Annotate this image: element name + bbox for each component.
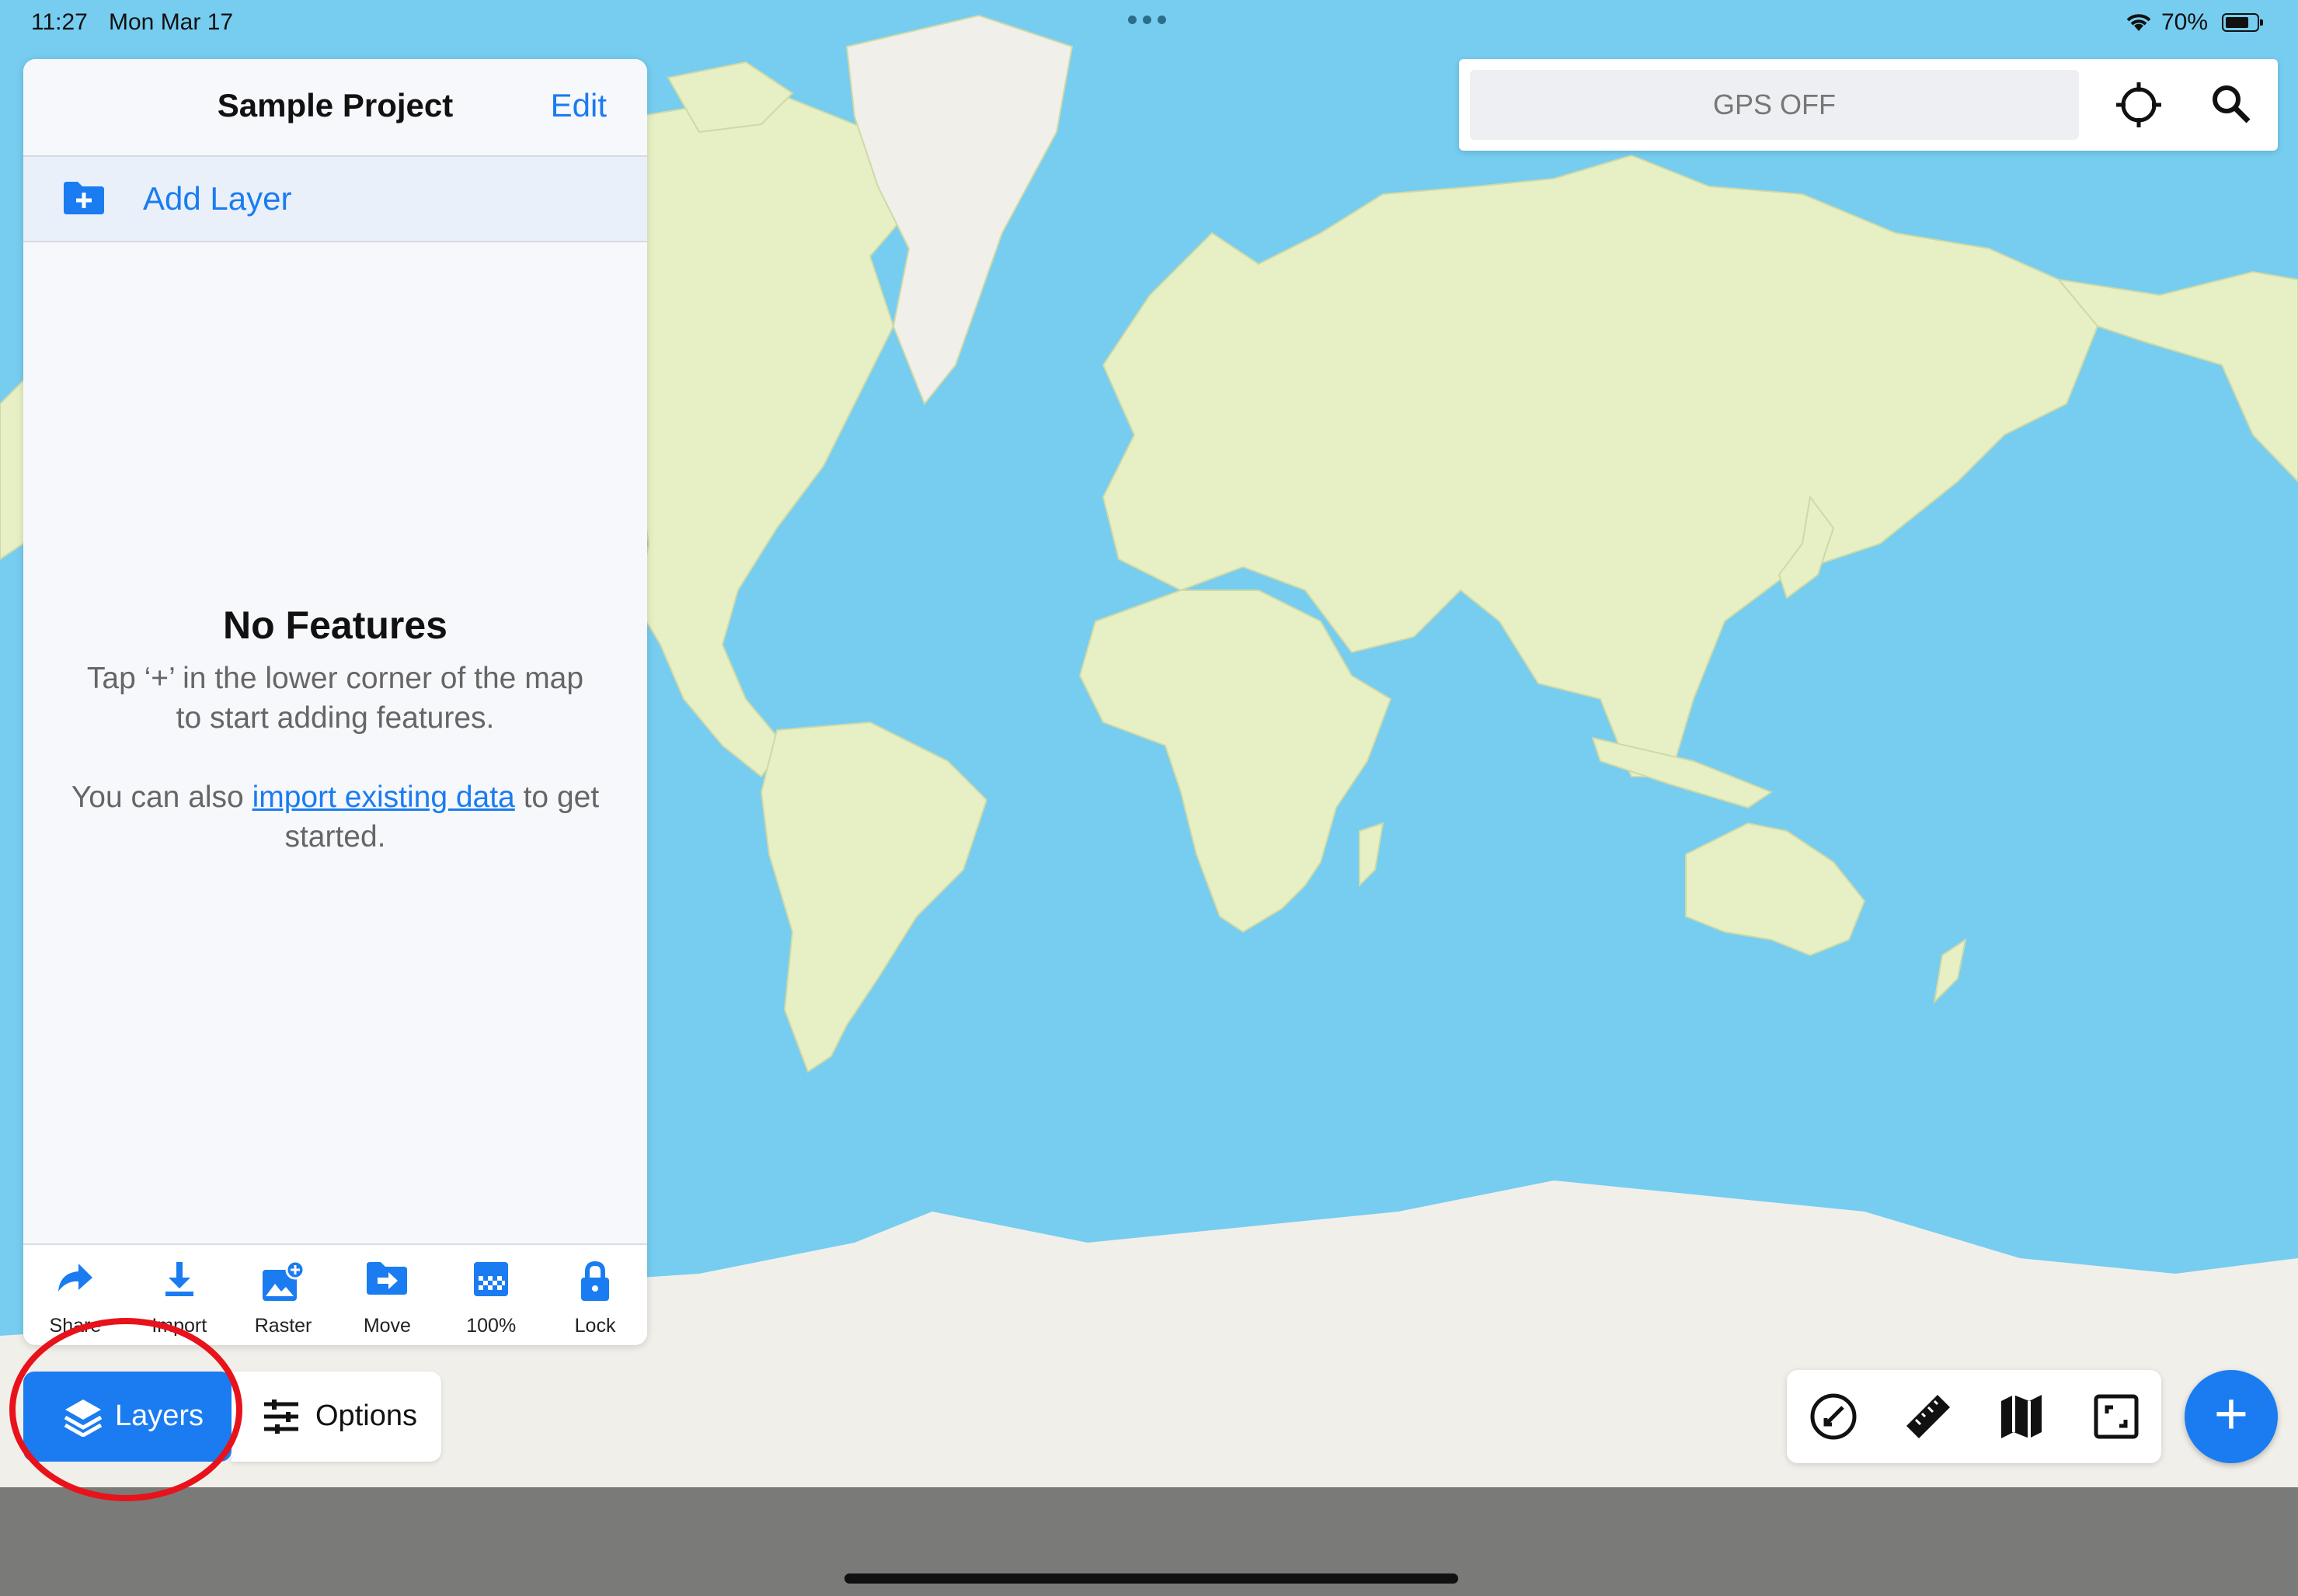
share-button[interactable]: Share bbox=[23, 1245, 127, 1345]
gps-search-bar: GPS OFF bbox=[1459, 59, 2278, 151]
locate-icon[interactable] bbox=[2115, 81, 2163, 133]
battery-icon bbox=[2222, 13, 2263, 32]
add-layer-button[interactable]: Add Layer bbox=[23, 157, 647, 242]
empty-title: No Features bbox=[223, 603, 447, 647]
compass-icon[interactable] bbox=[1809, 1392, 1858, 1445]
south-america bbox=[760, 721, 988, 1073]
panel-header: Sample Project Edit bbox=[23, 59, 647, 157]
map-tools bbox=[1787, 1370, 2161, 1463]
multitasking-dots[interactable] bbox=[1128, 16, 1166, 24]
extent-icon[interactable] bbox=[2091, 1392, 2141, 1445]
map-icon[interactable] bbox=[1997, 1392, 2046, 1445]
import-button[interactable]: Import bbox=[127, 1245, 232, 1345]
move-button[interactable]: Move bbox=[335, 1245, 439, 1345]
status-date: Mon Mar 17 bbox=[109, 9, 234, 35]
ruler-icon[interactable] bbox=[1903, 1392, 1953, 1445]
empty-state: No Features Tap ‘+’ in the lower corner … bbox=[23, 603, 647, 857]
battery-percentage: 70% bbox=[2161, 9, 2209, 35]
empty-text: Tap ‘+’ in the lower corner of the map t… bbox=[86, 662, 584, 735]
lock-button[interactable]: Lock bbox=[543, 1245, 647, 1345]
status-time: 11:27 bbox=[31, 9, 88, 35]
add-layer-label: Add Layer bbox=[143, 180, 292, 217]
home-indicator[interactable] bbox=[844, 1573, 1458, 1584]
new-zealand bbox=[1933, 937, 1967, 1004]
opacity-icon bbox=[474, 1262, 509, 1296]
australia bbox=[1685, 822, 1866, 957]
options-label: Options bbox=[315, 1400, 417, 1432]
folder-add-icon bbox=[62, 179, 106, 220]
raster-add-icon bbox=[262, 1260, 305, 1301]
sliders-icon bbox=[264, 1400, 298, 1434]
east-asia-edge bbox=[2056, 270, 2298, 483]
search-icon[interactable] bbox=[2209, 82, 2253, 130]
import-hint: You can also import existing data to get… bbox=[71, 781, 600, 854]
madagascar bbox=[1359, 822, 1384, 888]
download-icon bbox=[165, 1262, 193, 1296]
gps-status-field[interactable]: GPS OFF bbox=[1470, 70, 2079, 140]
share-icon bbox=[57, 1264, 92, 1292]
wifi-icon bbox=[2124, 11, 2154, 39]
raster-button[interactable]: Raster bbox=[232, 1245, 336, 1345]
layers-icon bbox=[64, 1400, 103, 1437]
lock-icon bbox=[581, 1260, 610, 1301]
status-bar: 11:27 Mon Mar 17 70% bbox=[0, 0, 2298, 47]
add-feature-button[interactable]: + bbox=[2185, 1370, 2278, 1463]
panel-toolbar: Share Import Raster Move 100% Lock bbox=[23, 1243, 647, 1345]
opacity-button[interactable]: 100% bbox=[439, 1245, 543, 1345]
layers-button[interactable]: Layers bbox=[23, 1372, 232, 1462]
indonesia bbox=[1591, 736, 1774, 809]
edit-button[interactable]: Edit bbox=[551, 87, 607, 124]
options-button[interactable]: Options bbox=[232, 1372, 441, 1462]
import-existing-data-link[interactable]: import existing data bbox=[252, 781, 515, 814]
layers-label: Layers bbox=[115, 1400, 204, 1432]
folder-move-icon bbox=[367, 1262, 408, 1295]
layers-panel: Sample Project Edit Add Layer No Feature… bbox=[23, 59, 647, 1345]
plus-icon: + bbox=[2213, 1381, 2249, 1447]
